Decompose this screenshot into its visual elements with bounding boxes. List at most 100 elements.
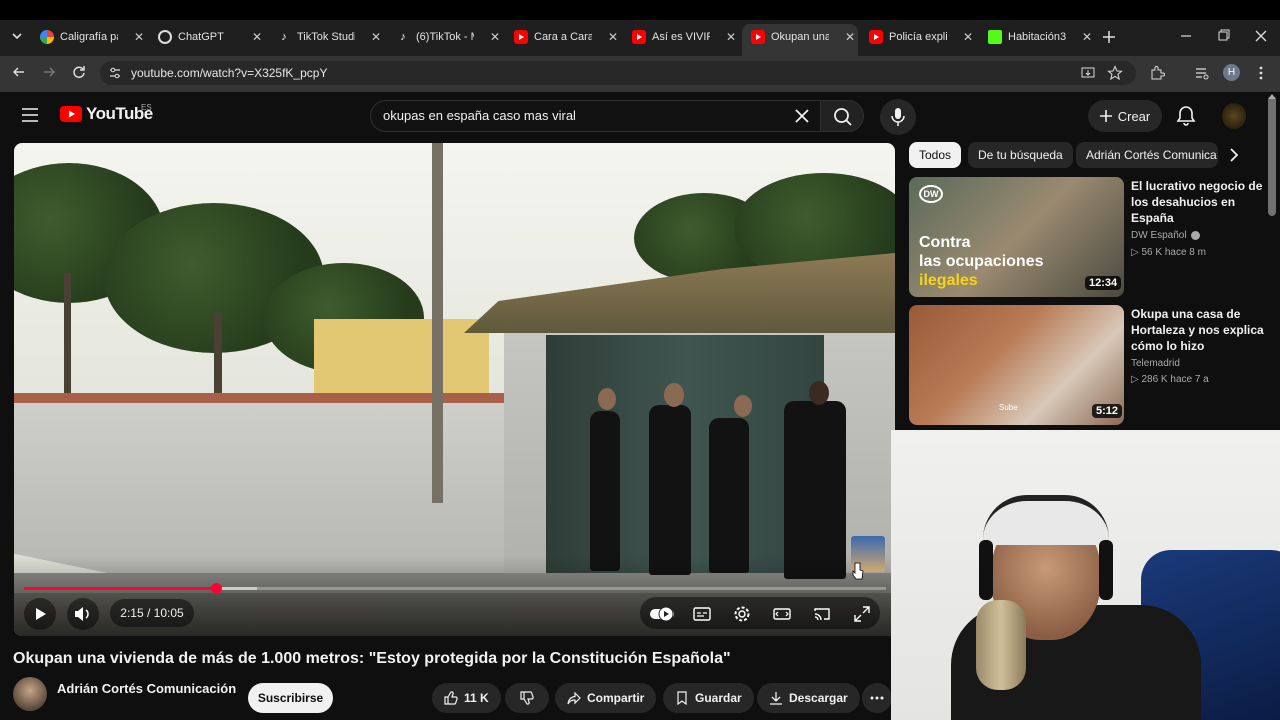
progress-scrubber[interactable] xyxy=(211,583,222,594)
recommendation-channel[interactable]: Telemadrid xyxy=(1131,358,1180,369)
page-scrollbar[interactable] xyxy=(1268,96,1276,216)
star-icon xyxy=(1107,65,1123,81)
scroll-up-arrow[interactable] xyxy=(1268,94,1276,99)
youtube-logo[interactable]: YouTube xyxy=(60,104,153,124)
youtube-icon xyxy=(632,30,646,44)
theater-mode-button[interactable] xyxy=(773,605,791,623)
tab-close-icon[interactable]: ✕ xyxy=(134,30,144,44)
subscribe-label: Suscribirse xyxy=(257,691,324,705)
search-icon xyxy=(834,108,852,126)
progress-played xyxy=(24,587,216,590)
search-button[interactable] xyxy=(820,100,864,132)
profile-avatar[interactable]: H xyxy=(1223,64,1240,81)
subtitles-button[interactable] xyxy=(693,605,711,623)
mute-button[interactable] xyxy=(67,598,99,630)
extensions-button[interactable] xyxy=(1149,65,1165,81)
webcam-overlay xyxy=(891,430,1280,720)
dislike-button[interactable] xyxy=(505,683,549,713)
settings-button[interactable] xyxy=(733,605,751,623)
tab-close-icon[interactable]: ✕ xyxy=(726,30,736,44)
recommendation-title[interactable]: El lucrativo negocio de los desahucios e… xyxy=(1131,178,1266,226)
arrow-right-icon xyxy=(44,67,56,77)
account-avatar[interactable] xyxy=(1222,103,1246,129)
channel-avatar[interactable] xyxy=(13,677,47,711)
search-query-text: okupas en españa caso mas viral xyxy=(383,108,576,123)
cursor-hand-icon xyxy=(852,562,864,580)
video-frame-head xyxy=(734,395,752,417)
site-info-button[interactable] xyxy=(108,66,122,80)
browser-tab[interactable]: Cara a Cara ¿ ✕ xyxy=(514,26,618,48)
chip-label: Adrián Cortés Comunica xyxy=(1086,148,1217,162)
video-frame-head xyxy=(809,381,829,405)
url-text[interactable]: youtube.com/watch?v=X325fK_pcpY xyxy=(131,66,327,80)
tab-close-icon[interactable]: ✕ xyxy=(371,30,381,44)
time-text: 2:15 / 10:05 xyxy=(120,606,184,620)
browser-tab[interactable]: Así es VIVIR e ✕ xyxy=(632,26,736,48)
channel-name[interactable]: Adrián Cortés Comunicación xyxy=(57,681,236,696)
subscribe-button[interactable]: Suscribirse xyxy=(248,683,333,713)
recommendation-thumbnail[interactable]: DW Contra las ocupaciones ilegales 12:34 xyxy=(909,177,1124,297)
chip-channel[interactable]: Adrián Cortés Comunica xyxy=(1076,142,1218,168)
back-button[interactable] xyxy=(11,64,27,80)
close-window-button[interactable] xyxy=(1253,28,1269,44)
media-control-button[interactable] xyxy=(1194,65,1210,81)
cast-button[interactable] xyxy=(813,605,831,623)
voice-search-button[interactable] xyxy=(880,99,916,135)
restore-icon xyxy=(1218,29,1230,41)
browser-tab[interactable]: Policía explic ✕ xyxy=(869,26,973,48)
fullscreen-button[interactable] xyxy=(853,605,871,623)
restore-button[interactable] xyxy=(1215,28,1231,44)
play-button[interactable] xyxy=(24,598,56,630)
minimize-button[interactable] xyxy=(1178,28,1194,44)
share-button[interactable]: Compartir xyxy=(555,683,657,713)
browser-menu-button[interactable] xyxy=(1254,65,1268,81)
arrow-left-icon xyxy=(12,67,24,77)
tab-close-icon[interactable]: ✕ xyxy=(963,30,973,44)
chips-next-button[interactable] xyxy=(1226,147,1242,163)
browser-tab[interactable]: ♪ TikTok Studio ✕ xyxy=(277,26,381,48)
video-frame-person xyxy=(709,418,749,573)
bookmark-button[interactable] xyxy=(1107,65,1123,81)
guide-menu-button[interactable] xyxy=(21,107,39,123)
tab-close-icon[interactable]: ✕ xyxy=(252,30,262,44)
hamburger-icon xyxy=(22,108,38,122)
chip-from-search[interactable]: De tu búsqueda xyxy=(968,142,1073,168)
create-button[interactable]: Crear xyxy=(1088,100,1162,132)
chip-label: Todos xyxy=(919,148,952,162)
tab-close-icon[interactable]: ✕ xyxy=(845,30,855,44)
recommendation-title[interactable]: Okupa una casa de Hortaleza y nos explic… xyxy=(1131,306,1266,354)
browser-tab[interactable]: ♪ (6)TikTok - M ✕ xyxy=(396,26,500,48)
tab-close-icon[interactable]: ✕ xyxy=(490,30,500,44)
clear-search-button[interactable] xyxy=(794,108,810,124)
forward-button[interactable] xyxy=(41,64,57,80)
like-button[interactable]: 11 K xyxy=(432,683,501,713)
reload-button[interactable] xyxy=(71,64,87,80)
browser-tab[interactable]: Okupan una v ✕ xyxy=(751,26,855,48)
recommendation-channel[interactable]: DW Español xyxy=(1131,230,1201,241)
bell-icon xyxy=(1176,106,1196,126)
video-frame-trunk xyxy=(214,313,222,403)
youtube-icon xyxy=(514,30,528,44)
save-button[interactable]: Guardar xyxy=(663,683,754,713)
create-label: Crear xyxy=(1117,108,1151,124)
tab-close-icon[interactable]: ✕ xyxy=(608,30,618,44)
video-frame-house xyxy=(314,319,489,399)
playlist-icon xyxy=(1196,68,1209,80)
new-tab-button[interactable] xyxy=(1100,28,1118,46)
close-icon xyxy=(795,109,809,123)
download-button[interactable]: Descargar xyxy=(757,683,860,713)
recommendation-meta: ▷ 286 K hace 7 a xyxy=(1131,374,1209,385)
notifications-button[interactable] xyxy=(1176,105,1196,127)
browser-tab[interactable]: Habitación3( ✕ xyxy=(988,26,1092,48)
chip-all[interactable]: Todos xyxy=(909,142,962,168)
browser-tab[interactable]: ChatGPT ✕ xyxy=(158,26,262,48)
more-actions-button[interactable] xyxy=(862,683,892,713)
autoplay-toggle[interactable] xyxy=(650,606,676,622)
install-app-button[interactable] xyxy=(1080,65,1096,81)
tab-title: Habitación3( xyxy=(1008,31,1066,43)
browser-tab[interactable]: Caligrafía par ✕ xyxy=(40,26,144,48)
tab-close-icon[interactable]: ✕ xyxy=(1082,30,1092,44)
tab-search-button[interactable] xyxy=(8,27,26,45)
video-player[interactable] xyxy=(14,143,895,636)
recommendation-thumbnail[interactable]: Sube 5:12 xyxy=(909,305,1124,425)
